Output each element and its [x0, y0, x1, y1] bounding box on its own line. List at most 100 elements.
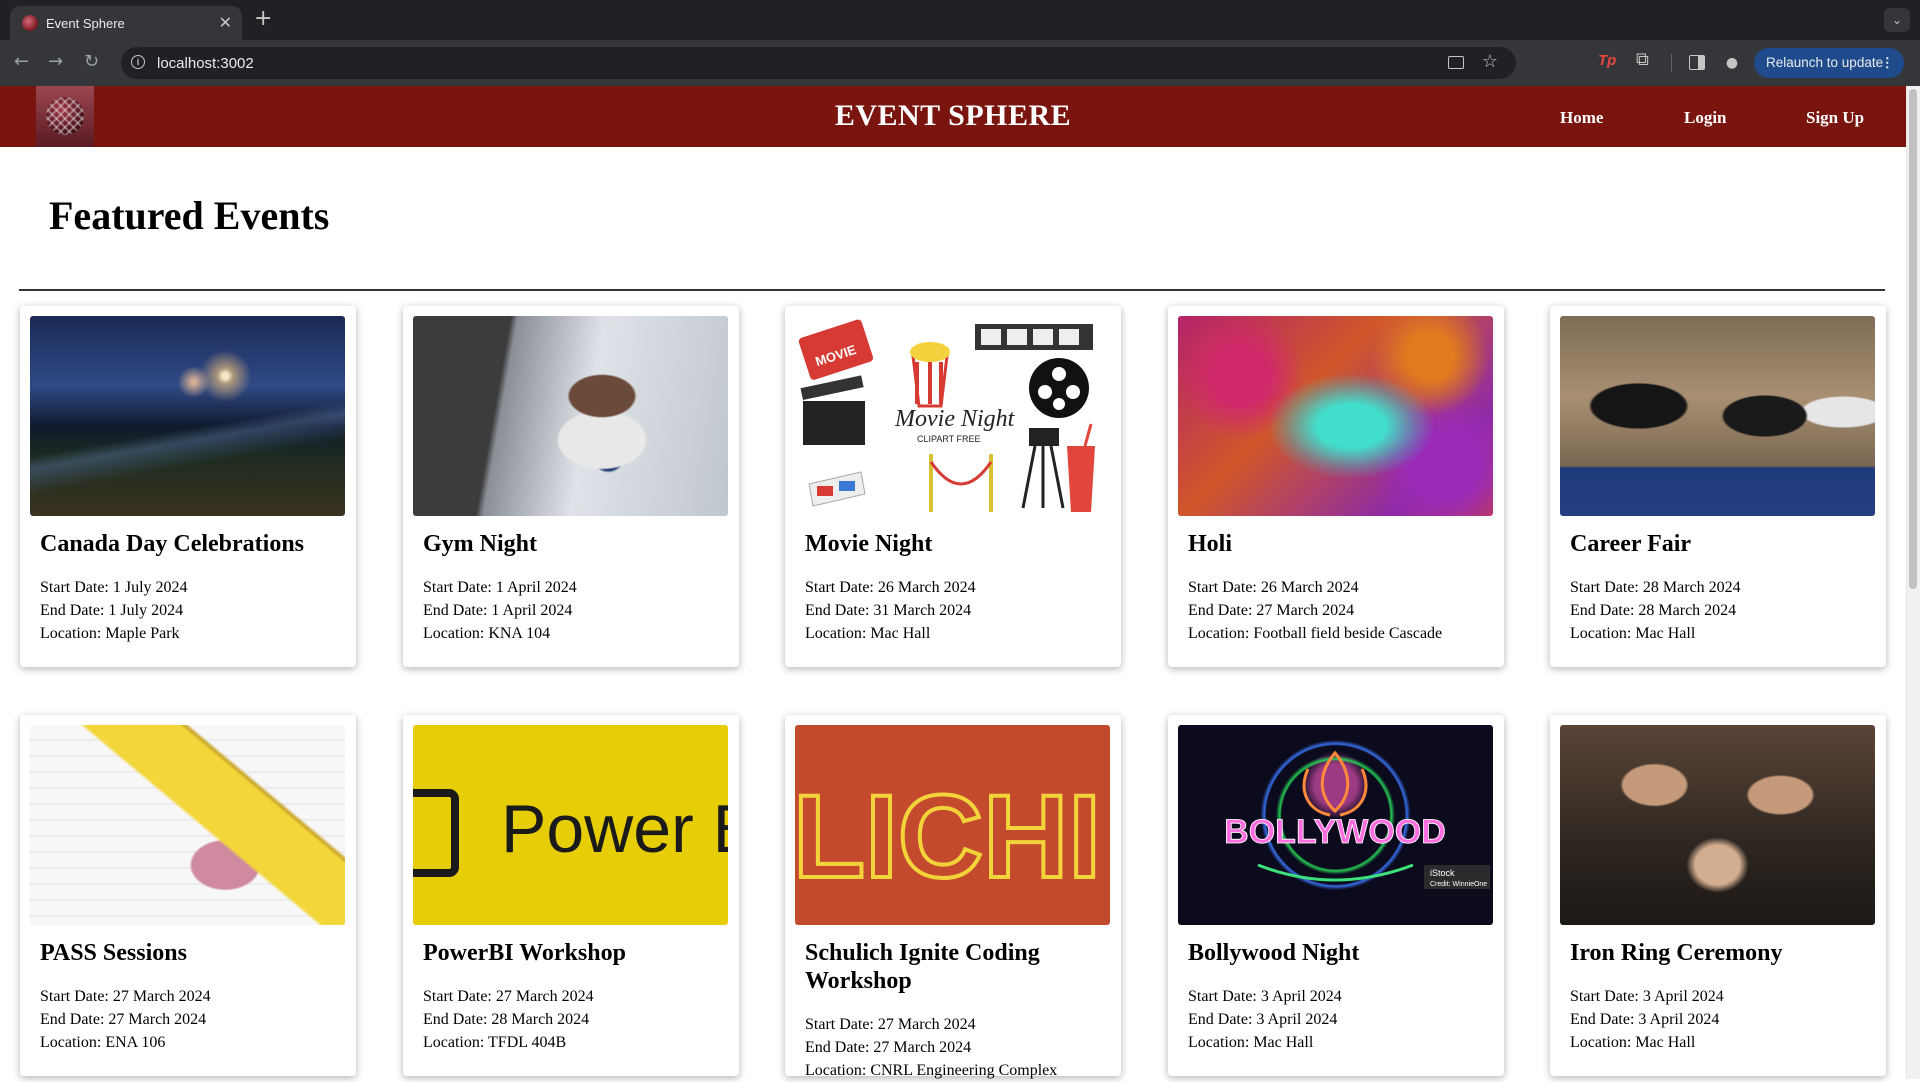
schulich-banner-text: LICHI	[795, 771, 1101, 903]
event-details: Start Date: 26 March 2024 End Date: 27 M…	[1188, 576, 1498, 645]
event-title[interactable]: Schulich Ignite Coding Workshop	[805, 939, 1105, 995]
event-title[interactable]: Iron Ring Ceremony	[1570, 939, 1870, 967]
event-end-date: End Date: 31 March 2024	[805, 602, 972, 619]
bookmark-star-icon[interactable]: ☆	[1482, 51, 1498, 72]
event-card[interactable]: MOVIE Movie Night CLIPART FREE Movie Nig…	[785, 306, 1121, 667]
event-end-date: End Date: 27 March 2024	[805, 1039, 972, 1056]
event-title[interactable]: Career Fair	[1570, 530, 1870, 558]
event-location: Location: Football field beside Cascade	[1188, 625, 1443, 642]
close-tab-icon[interactable]: ✕	[219, 13, 232, 33]
event-location: Location: ENA 106	[40, 1034, 166, 1051]
bollywood-banner: BOLLYWOOD iStock Credit: WinnieOne	[1224, 750, 1490, 889]
event-card[interactable]: BOLLYWOOD iStock Credit: WinnieOne Bolly…	[1168, 715, 1504, 1076]
back-icon[interactable]: ←	[14, 51, 29, 72]
clipart-free-text: CLIPART FREE	[917, 434, 981, 444]
event-end-date: End Date: 1 July 2024	[40, 602, 184, 619]
event-details: Start Date: 27 March 2024 End Date: 27 M…	[40, 985, 350, 1054]
bollywood-banner-text: BOLLYWOOD	[1224, 813, 1446, 851]
event-location: Location: Mac Hall	[1188, 1034, 1314, 1051]
event-start-date: Start Date: 26 March 2024	[1188, 579, 1359, 596]
event-details: Start Date: 27 March 2024 End Date: 27 M…	[805, 1013, 1115, 1082]
relaunch-label: Relaunch to update	[1766, 55, 1884, 70]
event-details: Start Date: 26 March 2024 End Date: 31 M…	[805, 576, 1115, 645]
event-location: Location: KNA 104	[423, 625, 551, 642]
event-card[interactable]: Holi Start Date: 26 March 2024 End Date:…	[1168, 306, 1504, 667]
credit-watermark: Credit: WinnieOne	[1430, 881, 1487, 888]
side-panel-icon[interactable]	[1689, 55, 1705, 70]
event-end-date: End Date: 3 April 2024	[1188, 1011, 1338, 1028]
event-image	[1560, 725, 1875, 925]
event-details: Start Date: 3 April 2024 End Date: 3 Apr…	[1188, 985, 1498, 1054]
event-image	[30, 316, 345, 516]
event-start-date: Start Date: 26 March 2024	[805, 579, 976, 596]
event-details: Start Date: 28 March 2024 End Date: 28 M…	[1570, 576, 1880, 645]
nav-home-link[interactable]: Home	[1560, 108, 1603, 128]
event-location: Location: TFDL 404B	[423, 1034, 567, 1051]
tab-search-icon[interactable]: ⌄	[1884, 8, 1910, 32]
event-card[interactable]: LICHI Schulich Ignite Coding Workshop St…	[785, 715, 1121, 1079]
event-location: Location: Maple Park	[40, 625, 180, 642]
event-title[interactable]: Movie Night	[805, 530, 1105, 558]
extension-tp-icon[interactable]: Tp	[1598, 52, 1616, 69]
more-menu-icon[interactable]: ⋮	[1881, 48, 1895, 78]
movie-night-script: Movie Night	[894, 406, 1016, 432]
site-header: EVENT SPHERE Home Login Sign Up	[0, 86, 1906, 147]
event-image	[30, 725, 345, 925]
event-location: Location: Mac Hall	[805, 625, 931, 642]
schulich-banner: LICHI	[795, 769, 1103, 905]
event-title[interactable]: PASS Sessions	[40, 939, 340, 967]
event-title[interactable]: Bollywood Night	[1188, 939, 1488, 967]
site-info-icon[interactable]: i	[131, 55, 145, 69]
browser-tabstrip: Event Sphere ✕ + ⌄	[0, 0, 1920, 40]
event-title[interactable]: Canada Day Celebrations	[40, 530, 340, 558]
event-location: Location: Mac Hall	[1570, 625, 1696, 642]
event-end-date: End Date: 28 March 2024	[423, 1011, 590, 1028]
site-title: EVENT SPHERE	[834, 99, 1072, 132]
event-details: Start Date: 1 April 2024 End Date: 1 Apr…	[423, 576, 733, 645]
event-title[interactable]: Holi	[1188, 530, 1488, 558]
extensions-puzzle-icon[interactable]: ⧉	[1636, 49, 1649, 70]
relaunch-button[interactable]: Relaunch to update ⋮	[1754, 48, 1904, 78]
event-start-date: Start Date: 28 March 2024	[1570, 579, 1741, 596]
browser-toolbar: ← → ↻ i localhost:3002 ☆ Tp ⧉ ● Relaunch…	[0, 40, 1920, 87]
event-start-date: Start Date: 3 April 2024	[1188, 988, 1342, 1005]
address-bar[interactable]: i localhost:3002 ☆	[121, 47, 1516, 79]
event-start-date: Start Date: 1 April 2024	[423, 579, 577, 596]
event-details: Start Date: 1 July 2024 End Date: 1 July…	[40, 576, 350, 645]
event-card[interactable]: Power B PowerBI Workshop Start Date: 27 …	[403, 715, 739, 1076]
event-start-date: Start Date: 1 July 2024	[40, 579, 188, 596]
event-end-date: End Date: 28 March 2024	[1570, 602, 1737, 619]
nav-signup-link[interactable]: Sign Up	[1806, 108, 1864, 128]
event-image	[1178, 316, 1493, 516]
nav-login-link[interactable]: Login	[1684, 108, 1727, 128]
url-text[interactable]: localhost:3002	[157, 55, 254, 72]
event-start-date: Start Date: 3 April 2024	[1570, 988, 1724, 1005]
event-card[interactable]: Career Fair Start Date: 28 March 2024 En…	[1550, 306, 1886, 667]
scrollbar-thumb[interactable]	[1909, 89, 1917, 589]
event-start-date: Start Date: 27 March 2024	[40, 988, 211, 1005]
event-location: Location: Mac Hall	[1570, 1034, 1696, 1051]
event-image: LICHI	[795, 725, 1110, 925]
event-title[interactable]: PowerBI Workshop	[423, 939, 723, 967]
event-end-date: End Date: 3 April 2024	[1570, 1011, 1720, 1028]
new-tab-icon[interactable]: +	[254, 6, 272, 31]
event-card[interactable]: Iron Ring Ceremony Start Date: 3 April 2…	[1550, 715, 1886, 1076]
event-image	[1560, 316, 1875, 516]
event-title[interactable]: Gym Night	[423, 530, 723, 558]
event-image: BOLLYWOOD iStock Credit: WinnieOne	[1178, 725, 1493, 925]
event-end-date: End Date: 1 April 2024	[423, 602, 573, 619]
powerbi-banner-text: Power B	[501, 791, 728, 867]
reload-icon[interactable]: ↻	[84, 51, 99, 72]
powerbi-banner: Power B	[413, 789, 728, 877]
browser-tab[interactable]: Event Sphere ✕	[10, 6, 242, 40]
event-card[interactable]: Canada Day Celebrations Start Date: 1 Ju…	[20, 306, 356, 667]
section-divider	[19, 289, 1885, 291]
event-details: Start Date: 27 March 2024 End Date: 28 M…	[423, 985, 733, 1054]
forward-icon[interactable]: →	[48, 51, 63, 72]
install-app-icon[interactable]	[1448, 56, 1464, 69]
event-card[interactable]: Gym Night Start Date: 1 April 2024 End D…	[403, 306, 739, 667]
event-card[interactable]: PASS Sessions Start Date: 27 March 2024 …	[20, 715, 356, 1076]
event-image: Power B	[413, 725, 728, 925]
event-details: Start Date: 3 April 2024 End Date: 3 Apr…	[1570, 985, 1880, 1054]
profile-avatar-icon[interactable]: ●	[1722, 53, 1742, 73]
